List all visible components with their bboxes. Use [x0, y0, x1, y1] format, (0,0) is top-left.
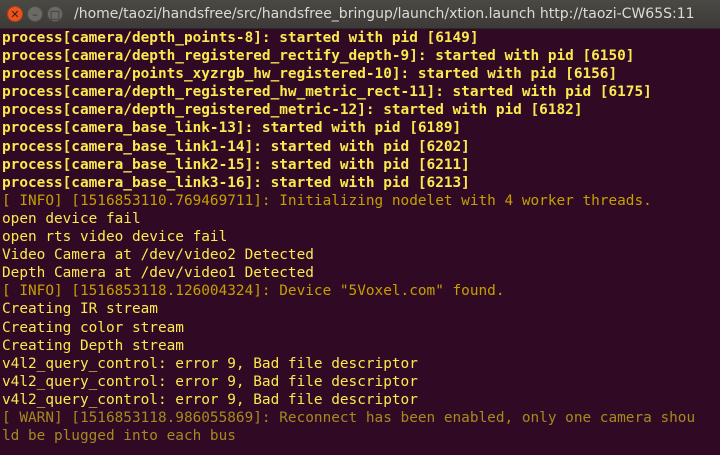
minimize-window-button[interactable]: –	[27, 6, 43, 22]
terminal-output[interactable]: process[camera/depth_points-8]: started …	[0, 29, 720, 445]
terminal-window: ✕ – □ /home/taozi/handsfree/src/handsfre…	[0, 0, 720, 455]
maximize-window-button[interactable]: □	[47, 6, 63, 22]
terminal-line: process[camera/depth_registered_metric-1…	[2, 102, 583, 119]
maximize-icon: □	[49, 7, 61, 21]
terminal-line: process[camera_base_link-13]: started wi…	[2, 120, 462, 137]
minimize-icon: –	[32, 7, 38, 21]
terminal-line: process[camera_base_link3-16]: started w…	[2, 174, 470, 191]
close-window-button[interactable]: ✕	[7, 6, 23, 22]
terminal-line: process[camera/depth_points-8]: started …	[2, 30, 479, 46]
terminal-line: process[camera_base_link1-14]: started w…	[2, 138, 470, 155]
close-icon: ✕	[10, 7, 20, 21]
terminal-line: Video Camera at /dev/video2 Detected	[2, 247, 314, 264]
terminal-line: [ INFO] [1516853118.126004324]: Device "…	[2, 283, 505, 300]
terminal-line: v4l2_query_control: error 9, Bad file de…	[2, 373, 418, 390]
terminal-line: process[camera/depth_registered_hw_metri…	[2, 84, 652, 101]
terminal-line: v4l2_query_control: error 9, Bad file de…	[2, 391, 418, 408]
terminal-line: Creating color stream	[2, 319, 184, 336]
terminal-line: [ INFO] [1516853110.769469711]: Initiali…	[2, 192, 652, 209]
terminal-line: v4l2_query_control: error 9, Bad file de…	[2, 355, 418, 372]
terminal-line: open rts video device fail	[2, 229, 228, 246]
terminal-line: Creating IR stream	[2, 301, 158, 318]
terminal-line: process[camera/points_xyzrgb_hw_register…	[2, 66, 618, 83]
terminal-line: Depth Camera at /dev/video1 Detected	[2, 265, 314, 282]
terminal-line: process[camera_base_link2-15]: started w…	[2, 156, 470, 173]
window-title: /home/taozi/handsfree/src/handsfree_brin…	[74, 6, 695, 22]
title-bar[interactable]: ✕ – □ /home/taozi/handsfree/src/handsfre…	[0, 0, 720, 29]
terminal-line: open device fail	[2, 210, 141, 227]
terminal-line: ld be plugged into each bus	[2, 428, 236, 445]
terminal-line: Creating Depth stream	[2, 337, 184, 354]
terminal-line: [ WARN] [1516853118.986055869]: Reconnec…	[2, 409, 696, 426]
terminal-line: process[camera/depth_registered_rectify_…	[2, 48, 635, 65]
